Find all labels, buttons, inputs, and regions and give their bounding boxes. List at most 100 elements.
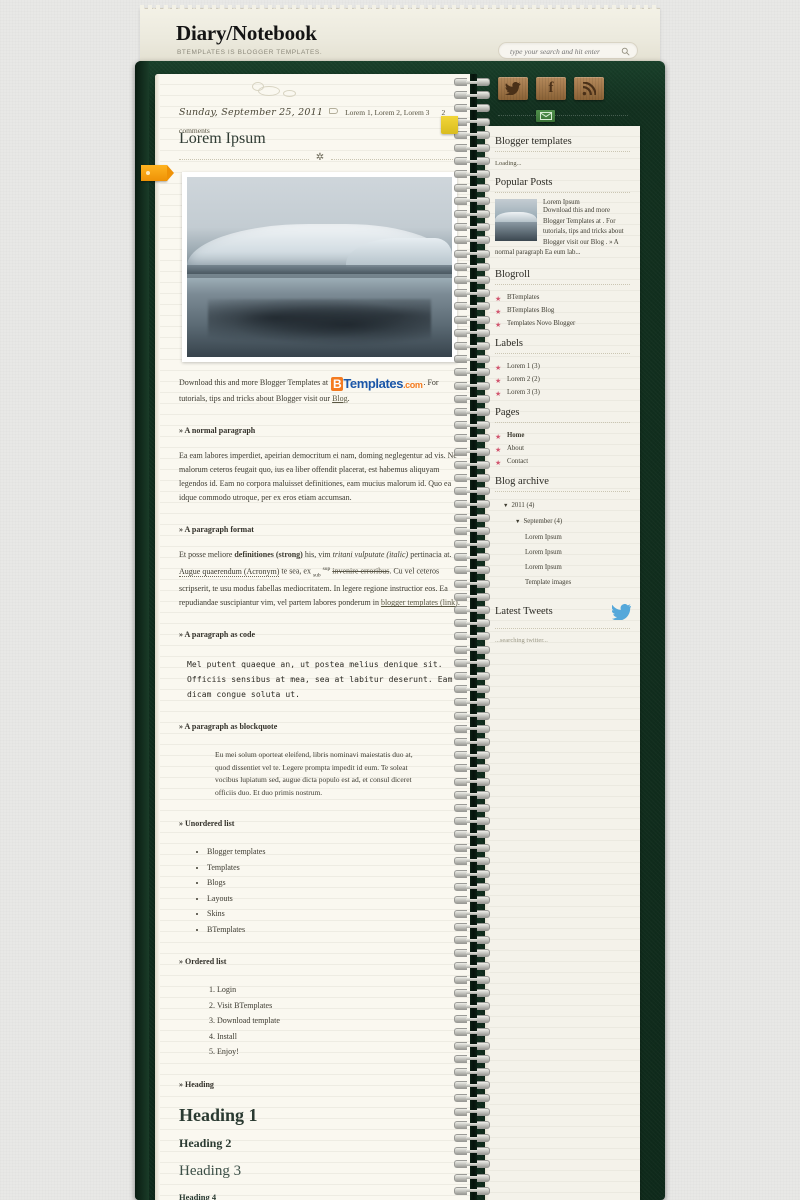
list-item[interactable]: ★ Lorem 3 (3) [495, 386, 630, 399]
chevron-down-icon[interactable]: ▼ [503, 503, 508, 509]
tweets-header: Latest Tweets [495, 603, 631, 624]
spiral-ring [453, 764, 491, 773]
popular-post-item[interactable]: Lorem Ipsum Download this and more Blogg… [495, 199, 630, 259]
ring-right [477, 724, 490, 733]
archive-month[interactable]: ▼ September (4) [495, 514, 630, 530]
ring-right [477, 355, 490, 364]
ring-right [477, 117, 490, 126]
spiral-ring [453, 672, 491, 680]
spiral-ring [453, 1068, 491, 1076]
spiral-ring [453, 698, 491, 707]
spiral-ring [453, 315, 491, 324]
post-meta: Sunday, September 25, 2011 Lorem 1, Lore… [179, 102, 461, 135]
archive-year[interactable]: ▼ 2011 (4) [495, 498, 630, 514]
ring-right [477, 183, 490, 192]
ring-right [477, 632, 490, 641]
ring-right [477, 619, 490, 628]
ring-right [477, 144, 490, 152]
blogroll-link[interactable]: BTemplates [507, 294, 539, 301]
widget-status: Loading... [495, 160, 522, 167]
list-item[interactable]: ★ About [495, 442, 630, 455]
list-item[interactable]: ★ BTemplates Blog [495, 304, 630, 317]
post-image[interactable] [182, 172, 457, 362]
post-title[interactable]: Lorem Ipsum [179, 130, 461, 148]
page-link-about[interactable]: About [507, 445, 524, 452]
archive-post[interactable]: Lorem Ipsum [495, 545, 630, 560]
widget-divider [495, 283, 630, 285]
label-link[interactable]: Lorem 3 (3) [507, 389, 540, 396]
archive-month-label[interactable]: September (4) [523, 518, 562, 525]
blogroll-link[interactable]: Templates Novo Blogger [507, 320, 575, 327]
ring-right [477, 645, 490, 654]
bookmark-hole [146, 171, 150, 175]
logo-b: B [331, 377, 344, 391]
search-icon[interactable] [621, 47, 630, 56]
spiral-ring [453, 117, 491, 126]
label-link[interactable]: Lorem 2 (2) [507, 376, 540, 383]
list-item[interactable]: ★ Templates Novo Blogger [495, 317, 630, 330]
blockquote: Eu mei solum oporteat eleifend, libris n… [215, 750, 413, 797]
spiral-ring [453, 487, 491, 496]
archive-post[interactable]: Lorem Ipsum [495, 560, 630, 575]
social-divider [498, 115, 628, 116]
spiral-ring [453, 909, 491, 918]
yellow-tab-marker[interactable] [441, 116, 458, 134]
ring-right [477, 975, 490, 984]
search-box[interactable] [498, 42, 638, 60]
blogroll-list: ★ BTemplates ★ BTemplates Blog ★ Templates … [495, 291, 630, 330]
blog-link[interactable]: Blog [332, 394, 348, 403]
post-labels[interactable]: Lorem 1, Lorem 2, Lorem 3 [345, 108, 429, 117]
popular-post-thumbnail[interactable] [495, 199, 537, 241]
spiral-ring [453, 1134, 491, 1142]
chevron-down-icon[interactable]: ▼ [515, 519, 520, 525]
ring-right [477, 421, 490, 430]
list-item[interactable]: ★ Lorem 2 (2) [495, 373, 630, 386]
btemplates-logo[interactable]: B Templates.com [331, 377, 423, 392]
spiral-binding: // rings are generated below in the boot… [453, 74, 491, 1200]
ring-right [477, 91, 490, 100]
spiral-ring [453, 210, 491, 218]
archive-post[interactable]: Template images [495, 575, 630, 590]
ring-right [477, 830, 490, 839]
spiral-ring [453, 870, 491, 878]
ring-right [477, 1134, 490, 1142]
star-bullet-icon: ★ [495, 320, 502, 329]
spiral-ring [453, 843, 491, 852]
ring-right [477, 78, 490, 86]
search-input[interactable] [508, 43, 613, 60]
list-item: BTemplates [207, 922, 461, 938]
page-link-contact[interactable]: Contact [507, 458, 528, 465]
email-icon[interactable] [536, 110, 555, 122]
twitter-icon[interactable] [498, 77, 528, 100]
ring-right [477, 513, 490, 522]
spiral-ring [453, 1054, 491, 1063]
label-link[interactable]: Lorem 1 (3) [507, 363, 540, 370]
ring-right [477, 856, 490, 865]
archive-post[interactable]: Lorem Ipsum [495, 530, 630, 545]
ring-right [477, 500, 490, 509]
blogger-templates-link[interactable]: blogger templates (link) [381, 598, 458, 607]
bookmark-tag[interactable] [141, 165, 174, 181]
fmt-strong: definitiones (strong) [234, 550, 303, 559]
blogroll-link[interactable]: BTemplates Blog [507, 307, 554, 314]
star-bullet-icon: ★ [495, 389, 502, 398]
ring-right [477, 1173, 490, 1182]
spiral-ring [453, 91, 491, 100]
ring-right [477, 1120, 490, 1129]
twitter-bird-icon [612, 603, 631, 620]
ring-right [477, 315, 490, 324]
archive-year-label[interactable]: 2011 (4) [511, 502, 534, 509]
widget-title: Blogger templates [495, 136, 572, 147]
ring-right [477, 1041, 490, 1050]
list-item[interactable]: ★ Home [495, 429, 630, 442]
heading-1: Heading 1 [179, 1104, 258, 1125]
list-item[interactable]: ★ Lorem 1 (3) [495, 360, 630, 373]
list-item[interactable]: ★ BTemplates [495, 291, 630, 304]
cloud-decoration [179, 74, 461, 102]
shoreline-shape [187, 265, 452, 275]
rss-icon[interactable] [574, 77, 604, 100]
spiral-ring [453, 394, 491, 403]
page-link-home[interactable]: Home [507, 432, 524, 439]
facebook-icon[interactable]: f [536, 77, 566, 100]
list-item[interactable]: ★ Contact [495, 455, 630, 468]
